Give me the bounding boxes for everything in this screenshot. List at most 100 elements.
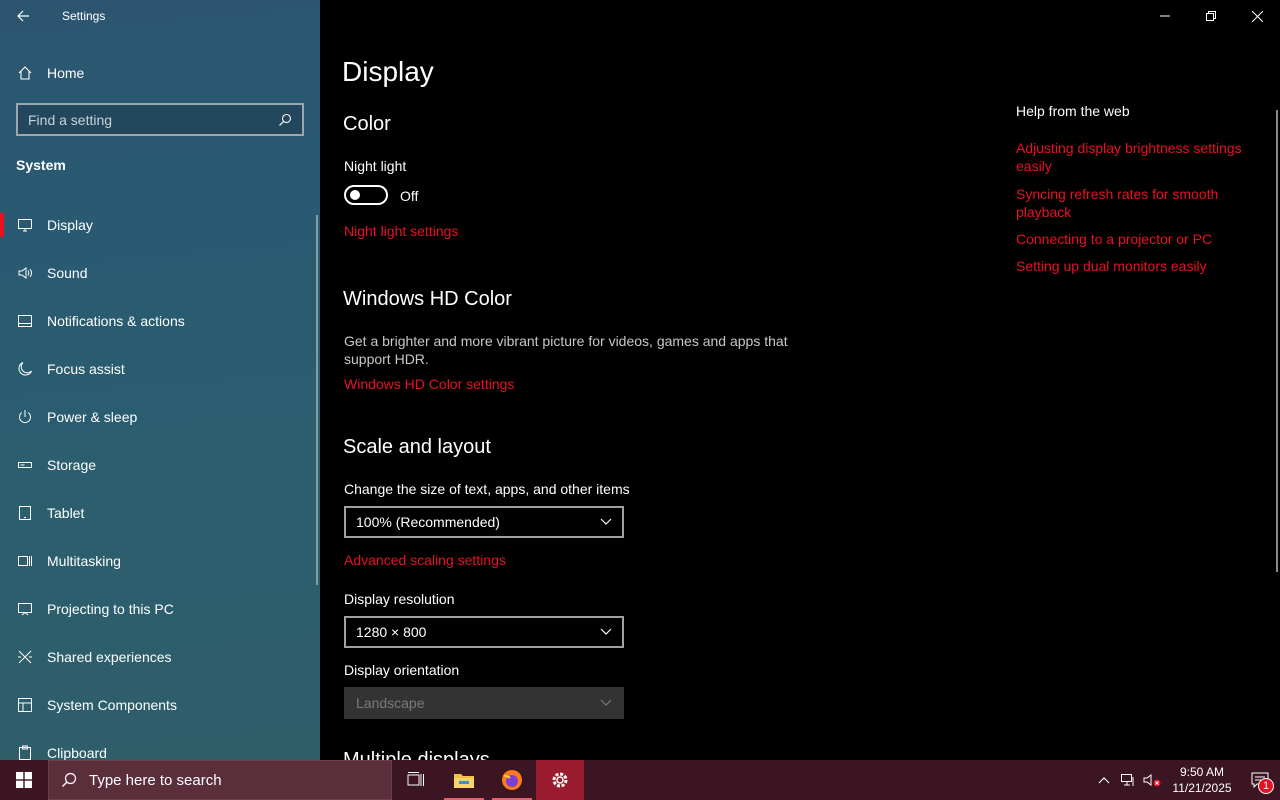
folder-icon (454, 774, 474, 788)
action-center-button[interactable]: 1 (1240, 760, 1280, 800)
scale-layout-heading: Scale and layout (343, 436, 491, 458)
night-light-label: Night light (344, 158, 407, 174)
close-button[interactable] (1234, 0, 1280, 32)
restore-icon (1206, 11, 1216, 21)
sidebar-item-tablet[interactable]: Tablet (0, 489, 320, 537)
sidebar-item-shared-experiences[interactable]: Shared experiences (0, 633, 320, 681)
clock-time: 9:50 AM (1179, 765, 1225, 779)
hd-color-settings-link[interactable]: Windows HD Color settings (344, 376, 514, 392)
help-link-dual-monitors[interactable]: Setting up dual monitors easily (1016, 257, 1256, 275)
sidebar-item-projecting[interactable]: Projecting to this PC (0, 585, 320, 633)
home-icon (16, 64, 34, 82)
orientation-dropdown: Landscape (344, 687, 624, 719)
network-button[interactable] (1116, 760, 1140, 800)
title-bar: Settings (0, 0, 320, 32)
help-title: Help from the web (1016, 103, 1130, 119)
sidebar-item-display[interactable]: Display (0, 201, 320, 249)
sidebar: Settings Home System Display Sound (0, 0, 320, 760)
minimize-button[interactable] (1142, 0, 1188, 32)
taskbar-search[interactable]: Type here to search (48, 760, 392, 800)
night-light-state: Off (400, 188, 419, 204)
restore-button[interactable] (1188, 0, 1234, 32)
sidebar-item-label: System Components (47, 697, 177, 713)
sidebar-item-clipboard[interactable]: Clipboard (0, 729, 320, 760)
taskbar: Type here to search 9:50 AM 11/21/2025 1 (0, 760, 1280, 800)
power-icon (16, 408, 34, 426)
monitor-icon (16, 216, 34, 234)
sidebar-item-label: Tablet (47, 505, 85, 521)
projecting-icon (16, 600, 34, 618)
orientation-value: Landscape (356, 695, 425, 711)
task-view-button[interactable] (392, 760, 440, 800)
firefox-icon (502, 770, 522, 790)
speaker-icon (16, 264, 34, 282)
sidebar-item-label: Storage (47, 457, 97, 473)
sidebar-section-title: System (16, 157, 66, 173)
scale-label: Change the size of text, apps, and other… (344, 481, 630, 497)
taskbar-firefox[interactable] (488, 760, 536, 800)
close-icon (1251, 10, 1263, 22)
system-tray: 9:50 AM 11/21/2025 1 (1092, 760, 1280, 800)
window-title: Settings (62, 9, 106, 23)
notification-icon (16, 312, 34, 330)
resolution-label: Display resolution (344, 591, 455, 607)
chevron-up-icon (1098, 777, 1110, 784)
back-button[interactable] (0, 0, 46, 32)
orientation-label: Display orientation (344, 662, 460, 678)
search-icon[interactable] (278, 113, 292, 127)
hd-color-description: Get a brighter and more vibrant picture … (344, 333, 788, 367)
search-input[interactable] (28, 111, 268, 128)
windows-logo-icon (16, 772, 32, 788)
multitasking-icon (16, 552, 34, 570)
sidebar-item-storage[interactable]: Storage (0, 441, 320, 489)
volume-button[interactable] (1140, 760, 1164, 800)
sidebar-item-label: Projecting to this PC (47, 601, 174, 617)
hd-color-heading: Windows HD Color (343, 288, 512, 310)
sidebar-item-label: Notifications & actions (47, 313, 185, 329)
sidebar-item-home[interactable]: Home (0, 56, 320, 90)
multiple-displays-heading: Multiple displays (343, 750, 490, 760)
color-heading: Color (343, 113, 391, 135)
taskbar-settings[interactable] (536, 760, 584, 800)
sidebar-item-power-sleep[interactable]: Power & sleep (0, 393, 320, 441)
components-icon (16, 696, 34, 714)
night-light-toggle[interactable] (344, 185, 388, 205)
settings-search-box[interactable] (16, 103, 304, 136)
sidebar-scrollbar[interactable] (316, 215, 318, 585)
sidebar-item-label: Shared experiences (47, 649, 172, 665)
task-view-icon (407, 772, 424, 786)
chevron-down-icon (600, 699, 612, 706)
minimize-icon (1160, 15, 1170, 17)
clipboard-icon (16, 744, 34, 760)
resolution-dropdown[interactable]: 1280 × 800 (344, 616, 624, 648)
advanced-scaling-link[interactable]: Advanced scaling settings (344, 552, 506, 568)
help-link-brightness[interactable]: Adjusting display brightness settings ea… (1016, 139, 1256, 175)
night-light-settings-link[interactable]: Night light settings (344, 223, 458, 239)
start-button[interactable] (0, 760, 48, 800)
show-hidden-icons-button[interactable] (1092, 760, 1116, 800)
sidebar-nav: Display Sound Notifications & actions Fo… (0, 201, 320, 760)
shared-icon (16, 648, 34, 666)
window-controls (1142, 0, 1280, 32)
sidebar-item-focus-assist[interactable]: Focus assist (0, 345, 320, 393)
sidebar-item-notifications[interactable]: Notifications & actions (0, 297, 320, 345)
main-scrollbar[interactable] (1276, 110, 1278, 572)
search-icon (62, 772, 77, 787)
help-link-projector[interactable]: Connecting to a projector or PC (1016, 230, 1256, 248)
storage-icon (16, 456, 34, 474)
clock[interactable]: 9:50 AM 11/21/2025 (1164, 764, 1240, 796)
sidebar-item-label: Clipboard (47, 745, 107, 760)
notification-count-badge: 1 (1258, 778, 1274, 794)
tablet-icon (16, 504, 34, 522)
moon-icon (16, 360, 34, 378)
main-content: Display Color Night light Off Night ligh… (320, 0, 1280, 760)
sidebar-item-multitasking[interactable]: Multitasking (0, 537, 320, 585)
sidebar-item-system-components[interactable]: System Components (0, 681, 320, 729)
taskbar-file-explorer[interactable] (440, 760, 488, 800)
sidebar-item-label: Home (47, 65, 85, 81)
scale-dropdown[interactable]: 100% (Recommended) (344, 506, 624, 538)
help-link-refresh-rates[interactable]: Syncing refresh rates for smooth playbac… (1016, 185, 1256, 221)
page-title: Display (342, 56, 434, 87)
sidebar-item-sound[interactable]: Sound (0, 249, 320, 297)
sidebar-item-label: Display (47, 217, 93, 233)
